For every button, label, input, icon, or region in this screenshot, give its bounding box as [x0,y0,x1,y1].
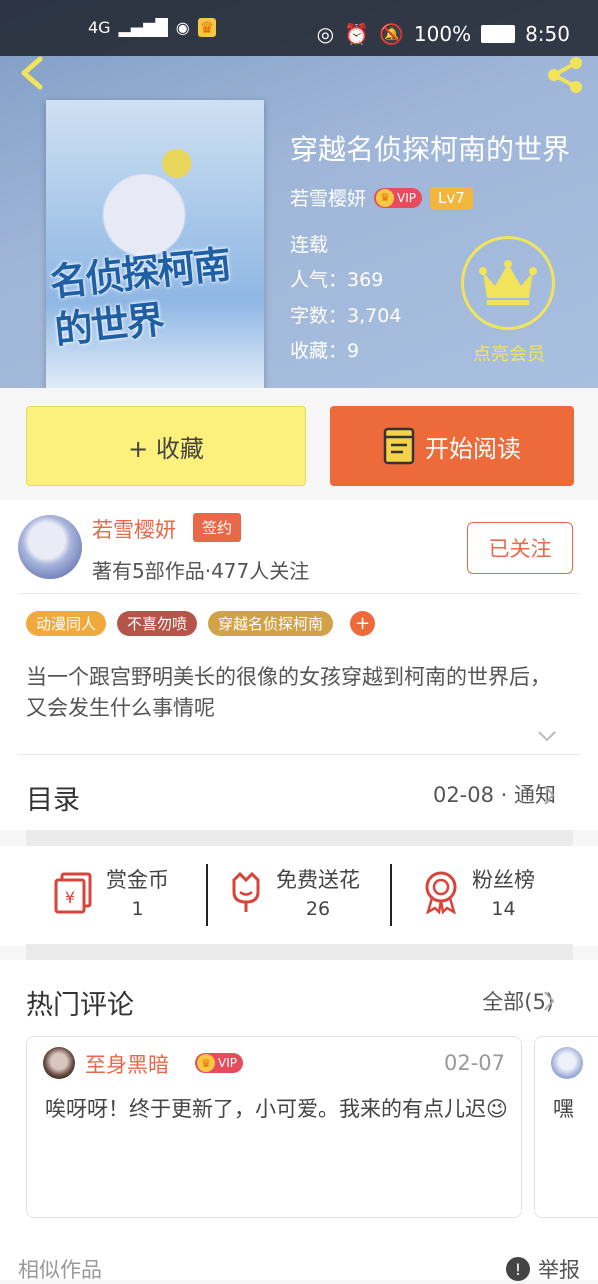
chevron-right-icon[interactable] [542,784,556,810]
comment-card[interactable]: 嘿 [534,1036,598,1218]
author-avatar[interactable] [18,515,82,579]
book-header: 名侦探柯南的世界 穿越名侦探柯南的世界 若雪樱妍 ♛ VIP Lv7 连载 人气：… [0,0,598,388]
book-title: 穿越名侦探柯南的世界 [290,133,571,166]
reward-flowers-label: 免费送花 [276,868,360,892]
chevron-down-icon[interactable] [537,728,557,747]
tag-conan[interactable]: 穿越名侦探柯南 [208,611,334,636]
crown-icon: ♛ [376,188,395,207]
author-name[interactable]: 若雪樱妍 [290,184,366,211]
vip-badge: ♛ VIP [374,187,422,208]
author-line: 若雪樱妍 ♛ VIP Lv7 [290,184,473,211]
wifi-icon: ◉ [175,18,190,37]
battery-percent: 100% [413,22,472,46]
popularity-value: 369 [347,269,384,291]
favorites-stat: 收藏：9 [290,336,359,363]
divider [18,754,580,755]
commenter-avatar[interactable] [43,1047,75,1079]
cover-title: 名侦探柯南的世界 [47,241,232,353]
hot-comments-title: 热门评论 [26,990,134,1021]
book-description: 当一个跟宫野明美长的很像的女孩穿越到柯南的世界后，又会发生什么事情呢 [26,665,551,720]
crown-icon [479,260,537,305]
comment-card[interactable]: 至身黑暗 ♛ VIP 02-07 唉呀呀！终于更新了，小可爱。我来的有点儿迟😉 [26,1036,522,1218]
svg-text:¥: ¥ [65,888,75,907]
author-summary: 著有5部作品·477人关注 [92,559,310,583]
reward-coins-count: 1 [131,898,144,920]
toc-title[interactable]: 目录 [26,778,80,817]
popularity-label: 人气： [290,269,348,291]
signal-icon: ▂▄▆█ [118,18,168,37]
reward-coins[interactable]: ¥ 赏金币 1 [52,864,169,920]
book-cover[interactable]: 名侦探柯南的世界 [46,100,264,388]
vip-crown-button[interactable] [461,236,555,330]
vip-label: VIP [397,190,416,205]
words-label: 字数： [290,305,348,327]
battery-icon [481,25,516,43]
section-gap [26,830,573,846]
section-gap [26,944,573,960]
reward-flowers-count: 26 [305,898,331,920]
level-badge: Lv7 [430,186,473,209]
divider [206,864,208,926]
toc-latest[interactable]: 02-08 · 通知 [433,779,556,809]
reward-fans-label: 粉丝榜 [472,868,535,892]
book-icon [383,427,415,465]
status-right: ◎ ⏰ 🔕 100% 8:50 [317,22,570,46]
eye-icon: ◎ [316,22,335,46]
signed-badge: 签约 [193,513,242,542]
reward-fans-count: 14 [491,898,516,920]
favorite-button[interactable]: + 收藏 [26,406,306,486]
divider [18,593,580,594]
signal-label: 4G [88,18,111,37]
words-value: 3,704 [347,305,402,327]
tag-no-hate[interactable]: 不喜勿喷 [117,611,198,636]
add-tag-button[interactable]: + [350,611,375,636]
favorites-label: 收藏： [290,340,348,362]
vip-cta-label[interactable]: 点亮会员 [450,340,568,366]
alert-icon: ! [506,1257,530,1281]
chevron-right-icon[interactable] [542,990,556,1016]
red-envelope-icon: ¥ [54,872,92,914]
comment-text: 嘿 [553,1097,574,1121]
commenter-vip-label: VIP [218,1056,237,1070]
clock: 8:50 [525,22,570,46]
word-count-stat: 字数：3,704 [290,301,401,328]
status-bar: 4G ▂▄▆█ ◉ ♛ ◎ ⏰ 🔕 100% 8:50 [0,0,598,56]
popularity-stat: 人气：369 [290,265,383,292]
alarm-icon: ⏰ [344,22,369,46]
comment-text: 唉呀呀！终于更新了，小可爱。我来的有点儿迟😉 [45,1097,508,1121]
start-reading-label: 开始阅读 [425,434,521,463]
divider [390,864,392,926]
start-reading-button[interactable]: 开始阅读 [330,406,574,486]
share-icon[interactable] [545,55,585,95]
crown-icon: ♛ [197,1054,215,1072]
commenter-name[interactable]: 至身黑暗 [85,1049,169,1079]
commenter-vip-badge: ♛ VIP [195,1053,243,1073]
favorites-value: 9 [347,340,360,362]
tag-anime[interactable]: 动漫同人 [26,611,107,636]
commenter-avatar[interactable] [551,1047,583,1079]
follow-button[interactable]: 已关注 [467,522,573,574]
mute-icon: 🔕 [378,22,404,46]
serial-status: 连载 [290,234,329,256]
comment-date: 02-07 [443,1051,505,1075]
reward-flowers[interactable]: 免费送花 26 [226,864,360,920]
reward-coins-label: 赏金币 [106,868,169,892]
reward-fans[interactable]: 粉丝榜 14 [420,864,535,920]
app-badge-icon: ♛ [197,18,217,37]
medal-icon [425,871,457,914]
flower-icon [232,871,260,912]
author-panel-name[interactable]: 若雪樱妍 [92,514,176,544]
status-left: 4G ▂▄▆█ ◉ ♛ [88,18,217,37]
back-icon[interactable] [18,56,48,90]
